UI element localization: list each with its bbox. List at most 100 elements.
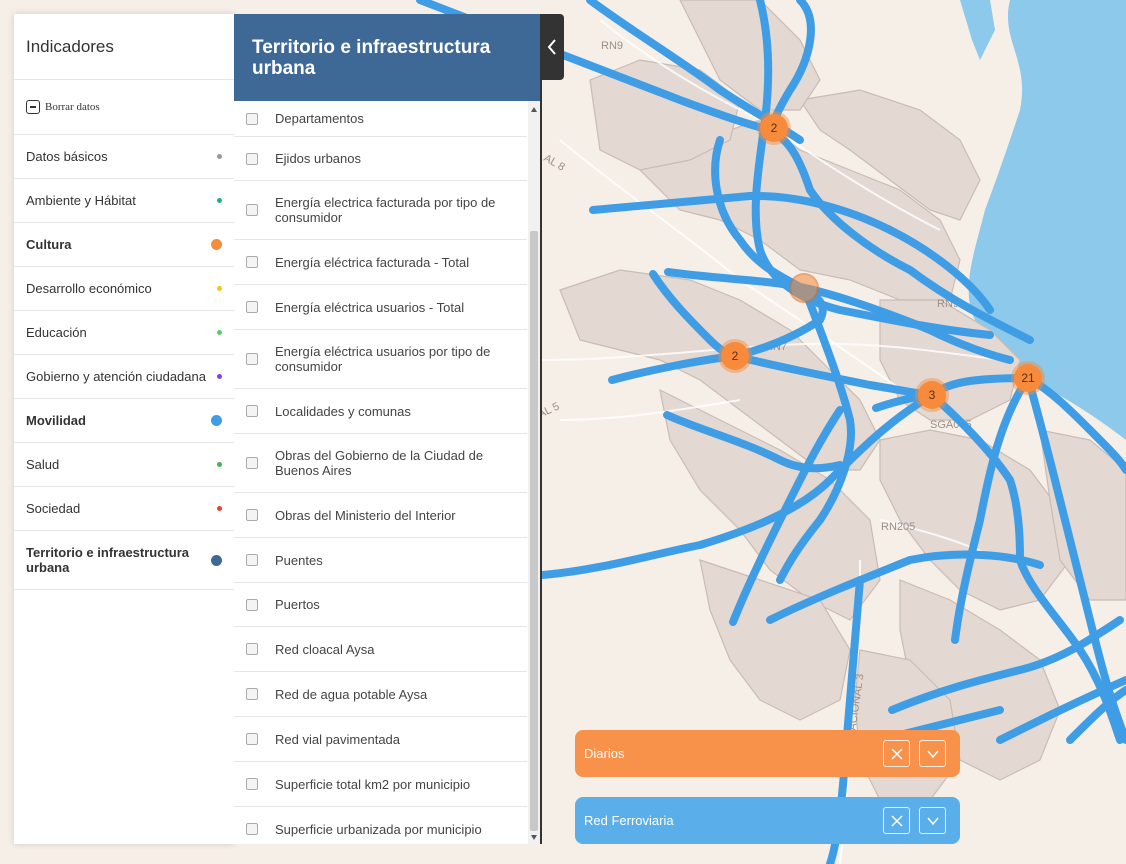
close-icon: [890, 814, 903, 827]
indicator-label: Energía eléctrica usuarios por tipo de c…: [275, 344, 491, 374]
category-label: Territorio e infraestructura urbana: [26, 545, 190, 575]
chevron-down-icon: [926, 750, 939, 758]
category-educacion[interactable]: Educación: [14, 311, 234, 355]
indicator-checkbox[interactable]: [246, 598, 258, 611]
svg-text:21: 21: [1021, 371, 1035, 385]
indicator-label: Obras del Ministerio del Interior: [275, 507, 456, 523]
map-cluster-marker[interactable]: 2: [757, 111, 791, 145]
category-cultura[interactable]: Cultura: [14, 223, 234, 267]
indicator-item[interactable]: Red de agua potable Aysa: [234, 672, 527, 717]
indicator-checkbox[interactable]: [246, 301, 258, 313]
sidebar-title: Indicadores: [26, 36, 114, 56]
indicator-item[interactable]: Energía eléctrica facturada - Total: [234, 240, 527, 285]
indicator-checkbox[interactable]: [246, 778, 258, 790]
indicator-item[interactable]: Red cloacal Aysa: [234, 627, 527, 672]
indicator-checkbox[interactable]: [246, 353, 258, 365]
category-color-dot: [217, 198, 222, 203]
chevron-left-icon: [547, 39, 556, 55]
collapse-panel-button[interactable]: [540, 14, 564, 80]
map-cluster-marker[interactable]: 3: [915, 378, 949, 412]
indicator-label: Superficie urbanizada por municipio: [275, 821, 482, 837]
indicator-label: Energía eléctrica usuarios - Total: [275, 299, 465, 315]
indicator-item[interactable]: Superficie total km2 por municipio: [234, 762, 527, 807]
indicator-label: Ejidos urbanos: [275, 151, 361, 166]
indicator-checkbox[interactable]: [246, 733, 258, 745]
category-label: Sociedad: [26, 501, 81, 516]
indicator-checkbox[interactable]: [246, 405, 258, 417]
indicator-checkbox[interactable]: [246, 204, 258, 216]
indicator-label: Red de agua potable Aysa: [275, 686, 428, 702]
indicator-item[interactable]: Puertos: [234, 583, 527, 627]
remove-layer-button[interactable]: [883, 740, 910, 767]
close-icon: [890, 747, 903, 760]
scroll-up-icon[interactable]: [531, 107, 537, 112]
indicator-item[interactable]: Superficie urbanizada por municipio: [234, 807, 527, 844]
category-color-dot: [211, 554, 222, 566]
indicator-item[interactable]: Energía electrica facturada por tipo de …: [234, 181, 527, 240]
svg-text:3: 3: [929, 388, 936, 402]
svg-text:2: 2: [732, 349, 739, 363]
indicator-checkbox[interactable]: [246, 509, 258, 521]
indicator-item[interactable]: Departamentos: [234, 101, 527, 137]
indicator-item[interactable]: Localidades y comunas: [234, 389, 527, 434]
layer-name: Red Ferroviaria: [584, 813, 674, 828]
indicator-item[interactable]: Puentes: [234, 538, 527, 583]
scroll-thumb[interactable]: [530, 231, 538, 831]
indicator-item[interactable]: Red vial pavimentada: [234, 717, 527, 762]
indicator-checkbox[interactable]: [246, 554, 258, 566]
indicator-label: Localidades y comunas: [275, 403, 411, 419]
category-label: Desarrollo económico: [26, 281, 152, 296]
category-movilidad[interactable]: Movilidad: [14, 399, 234, 443]
layer-card-diarios: Diarios: [575, 730, 960, 777]
map-cluster-marker[interactable]: 2: [718, 339, 752, 373]
indicator-item[interactable]: Obras del Gobierno de la Ciudad de Bueno…: [234, 434, 527, 493]
category-territorio[interactable]: Territorio e infraestructura urbana: [14, 531, 234, 590]
indicator-item[interactable]: Obras del Ministerio del Interior: [234, 493, 527, 538]
category-gobierno[interactable]: Gobierno y atención ciudadana: [14, 355, 234, 399]
scroll-down-icon[interactable]: [531, 835, 537, 840]
clear-data-button[interactable]: Borrar datos: [14, 80, 234, 135]
category-desarrollo[interactable]: Desarrollo económico: [14, 267, 234, 311]
expand-layer-button[interactable]: [919, 807, 946, 834]
category-color-dot: [217, 286, 222, 291]
indicator-checkbox[interactable]: [246, 643, 258, 655]
indicator-label: Superficie total km2 por municipio: [275, 776, 471, 792]
indicator-label: Puentes: [275, 552, 323, 568]
indicator-checkbox[interactable]: [246, 823, 258, 835]
indicator-label: Red vial pavimentada: [275, 731, 401, 747]
clear-data-label: Borrar datos: [45, 101, 100, 113]
remove-layer-button[interactable]: [883, 807, 910, 834]
indicator-checkbox[interactable]: [246, 457, 258, 469]
indicator-checkbox[interactable]: [246, 688, 258, 700]
category-color-dot: [211, 239, 222, 250]
category-color-dot: [217, 506, 222, 511]
map-cluster-marker[interactable]: 21: [1011, 361, 1045, 395]
sidebar-header: Indicadores: [14, 14, 234, 80]
indicator-list-panel: Territorio e infraestructura urbana Depa…: [234, 14, 542, 844]
indicator-item[interactable]: Energía eléctrica usuarios por tipo de c…: [234, 330, 527, 389]
indicator-checkbox[interactable]: [246, 256, 258, 268]
category-label: Ambiente y Hábitat: [26, 193, 136, 208]
map-marker-selected[interactable]: [789, 273, 819, 303]
category-datos-basicos[interactable]: Datos básicos: [14, 135, 234, 179]
indicator-item[interactable]: Energía eléctrica usuarios - Total: [234, 285, 527, 330]
indicator-checkbox[interactable]: [246, 112, 258, 125]
category-color-dot: [217, 374, 222, 379]
indicator-label: Puertos: [275, 597, 320, 612]
indicator-checkbox[interactable]: [246, 152, 258, 165]
category-sociedad[interactable]: Sociedad: [14, 487, 234, 531]
indicator-label: Obras del Gobierno de la Ciudad de Bueno…: [275, 448, 484, 478]
category-ambiente[interactable]: Ambiente y Hábitat: [14, 179, 234, 223]
indicator-label: Energía eléctrica facturada - Total: [275, 254, 470, 270]
layer-name: Diarios: [584, 746, 625, 761]
indicator-label: Energía electrica facturada por tipo de …: [275, 195, 496, 225]
expand-layer-button[interactable]: [919, 740, 946, 767]
indicator-label: Departamentos: [275, 111, 364, 126]
layer-card-red-ferroviaria: Red Ferroviaria: [575, 797, 960, 844]
panel-scrollbar[interactable]: [528, 101, 540, 844]
category-label: Gobierno y atención ciudadana: [26, 369, 206, 384]
indicator-list: Departamentos Ejidos urbanos Energía ele…: [234, 101, 527, 844]
category-salud[interactable]: Salud: [14, 443, 234, 487]
category-color-dot: [217, 330, 222, 335]
indicator-item[interactable]: Ejidos urbanos: [234, 137, 527, 181]
